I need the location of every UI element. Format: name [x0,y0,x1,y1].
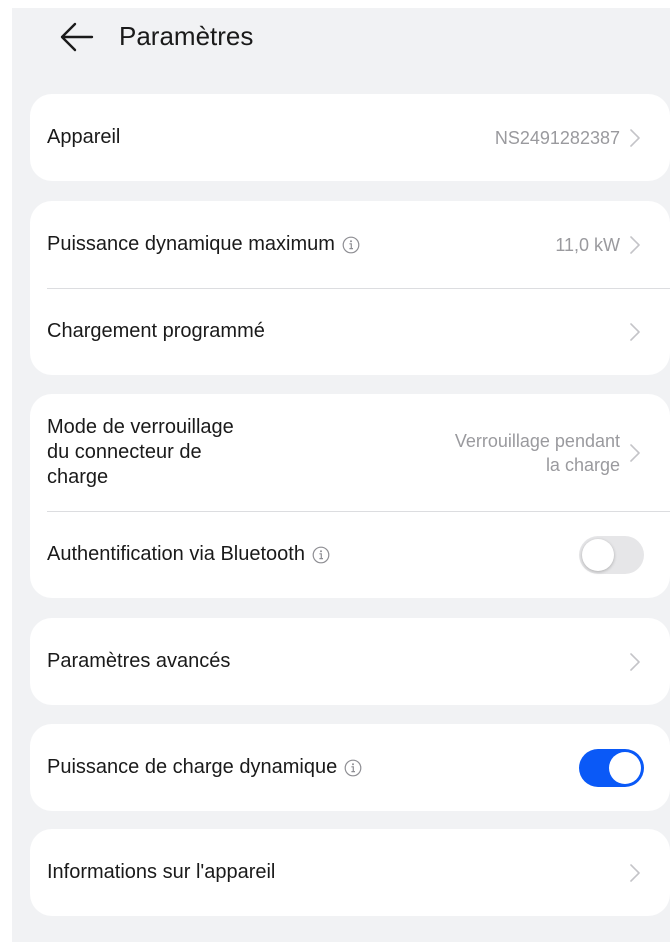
connector-lock-mode-label: Mode de verrouillage du connecteur de ch… [47,416,234,488]
connector-lock-mode-row[interactable]: Mode de verrouillage du connecteur de ch… [30,394,670,511]
device-info-label: Informations sur l'appareil [47,861,276,883]
header: Paramètres [12,8,670,68]
chevron-right-icon [630,443,640,462]
chevron-right-icon [630,128,640,147]
info-icon[interactable] [342,236,360,254]
advanced-card: Paramètres avancés [30,618,670,705]
chevron-right-icon [630,322,640,341]
back-button[interactable] [60,22,94,52]
dynamic-charge-power-row: Puissance de charge dynamique [30,724,670,811]
info-icon[interactable] [344,759,362,777]
chevron-right-icon [630,863,640,882]
lock-card: Mode de verrouillage du connecteur de ch… [30,394,670,598]
chevron-right-icon [630,652,640,671]
device-row[interactable]: Appareil NS2491282387 [30,94,670,181]
chevron-right-icon [630,235,640,254]
bluetooth-auth-row: Authentification via Bluetooth [30,511,670,598]
toggle-knob [609,751,641,784]
dynamic-charge-card: Puissance de charge dynamique [30,724,670,811]
toggle-knob [582,538,614,571]
bluetooth-auth-label-text: Authentification via Bluetooth [47,543,305,565]
max-dynamic-power-value: 11,0 kW [555,234,620,255]
max-dynamic-power-label: Puissance dynamique maximum [47,232,555,257]
advanced-settings-label: Paramètres avancés [47,650,231,672]
device-info-row[interactable]: Informations sur l'appareil [30,829,670,916]
page-title: Paramètres [119,21,254,51]
device-serial-value: NS2491282387 [494,127,620,148]
device-card: Appareil NS2491282387 [30,94,670,181]
dynamic-charge-power-toggle[interactable] [579,748,644,787]
max-dynamic-power-label-text: Puissance dynamique maximum [47,233,335,255]
max-dynamic-power-row[interactable]: Puissance dynamique maximum 11,0 kW [30,201,670,288]
advanced-settings-row[interactable]: Paramètres avancés [30,618,670,705]
info-icon[interactable] [312,546,330,564]
scheduled-charging-row[interactable]: Chargement programmé [30,288,670,375]
dynamic-charge-power-label: Puissance de charge dynamique [47,755,634,780]
bluetooth-auth-toggle[interactable] [579,535,644,574]
device-label: Appareil [47,126,121,148]
bluetooth-auth-label: Authentification via Bluetooth [47,542,634,567]
arrow-left-icon [60,22,94,52]
connector-lock-mode-value: Verrouillage pendant la charge [454,430,620,475]
dynamic-charge-power-label-text: Puissance de charge dynamique [47,756,338,778]
scheduled-charging-label: Chargement programmé [47,320,265,342]
settings-screen: Paramètres Appareil NS2491282387 Puissan… [12,8,670,942]
device-info-card: Informations sur l'appareil [30,829,670,916]
power-card: Puissance dynamique maximum 11,0 kW Char… [30,201,670,375]
